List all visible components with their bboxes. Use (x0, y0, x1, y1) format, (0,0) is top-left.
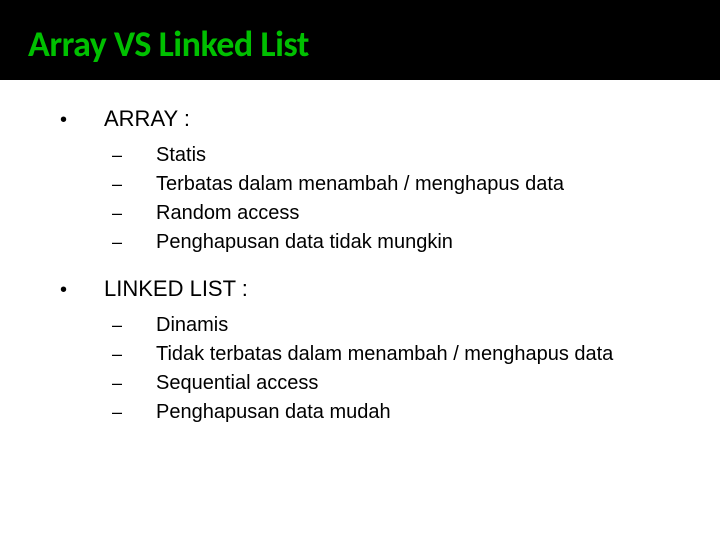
slide-header: Array VS Linked List (0, 0, 720, 80)
list-item-text: Random access (156, 202, 299, 225)
list-item: – Tidak terbatas dalam menambah / mengha… (112, 343, 680, 366)
slide-content: • ARRAY : – Statis – Terbatas dalam mena… (0, 80, 720, 424)
list-item: – Dinamis (112, 314, 680, 337)
list-item: – Statis (112, 144, 680, 167)
dash-icon: – (112, 402, 156, 423)
section-head: • LINKED LIST : (60, 276, 680, 302)
list-item-text: Sequential access (156, 372, 318, 395)
slide-title: Array VS Linked List (28, 22, 692, 66)
bullet-icon: • (60, 109, 104, 132)
dash-icon: – (112, 174, 156, 195)
list-item-text: Tidak terbatas dalam menambah / menghapu… (156, 343, 613, 366)
list-item: – Random access (112, 202, 680, 225)
bullet-icon: • (60, 279, 104, 302)
section-head: • ARRAY : (60, 106, 680, 132)
dash-icon: – (112, 344, 156, 365)
list-item: – Penghapusan data mudah (112, 401, 680, 424)
list-item: – Penghapusan data tidak mungkin (112, 231, 680, 254)
list-item: – Sequential access (112, 372, 680, 395)
section-label: LINKED LIST : (104, 276, 248, 302)
list-item-text: Terbatas dalam menambah / menghapus data (156, 173, 564, 196)
section-label: ARRAY : (104, 106, 190, 132)
list-item: – Terbatas dalam menambah / menghapus da… (112, 173, 680, 196)
list-item-text: Statis (156, 144, 206, 167)
list-item-text: Penghapusan data mudah (156, 401, 391, 424)
section-linked-list: • LINKED LIST : – Dinamis – Tidak terbat… (40, 276, 680, 424)
dash-icon: – (112, 232, 156, 253)
dash-icon: – (112, 145, 156, 166)
list-item-text: Penghapusan data tidak mungkin (156, 231, 453, 254)
dash-icon: – (112, 315, 156, 336)
section-array: • ARRAY : – Statis – Terbatas dalam mena… (40, 106, 680, 254)
dash-icon: – (112, 373, 156, 394)
list-item-text: Dinamis (156, 314, 228, 337)
dash-icon: – (112, 203, 156, 224)
